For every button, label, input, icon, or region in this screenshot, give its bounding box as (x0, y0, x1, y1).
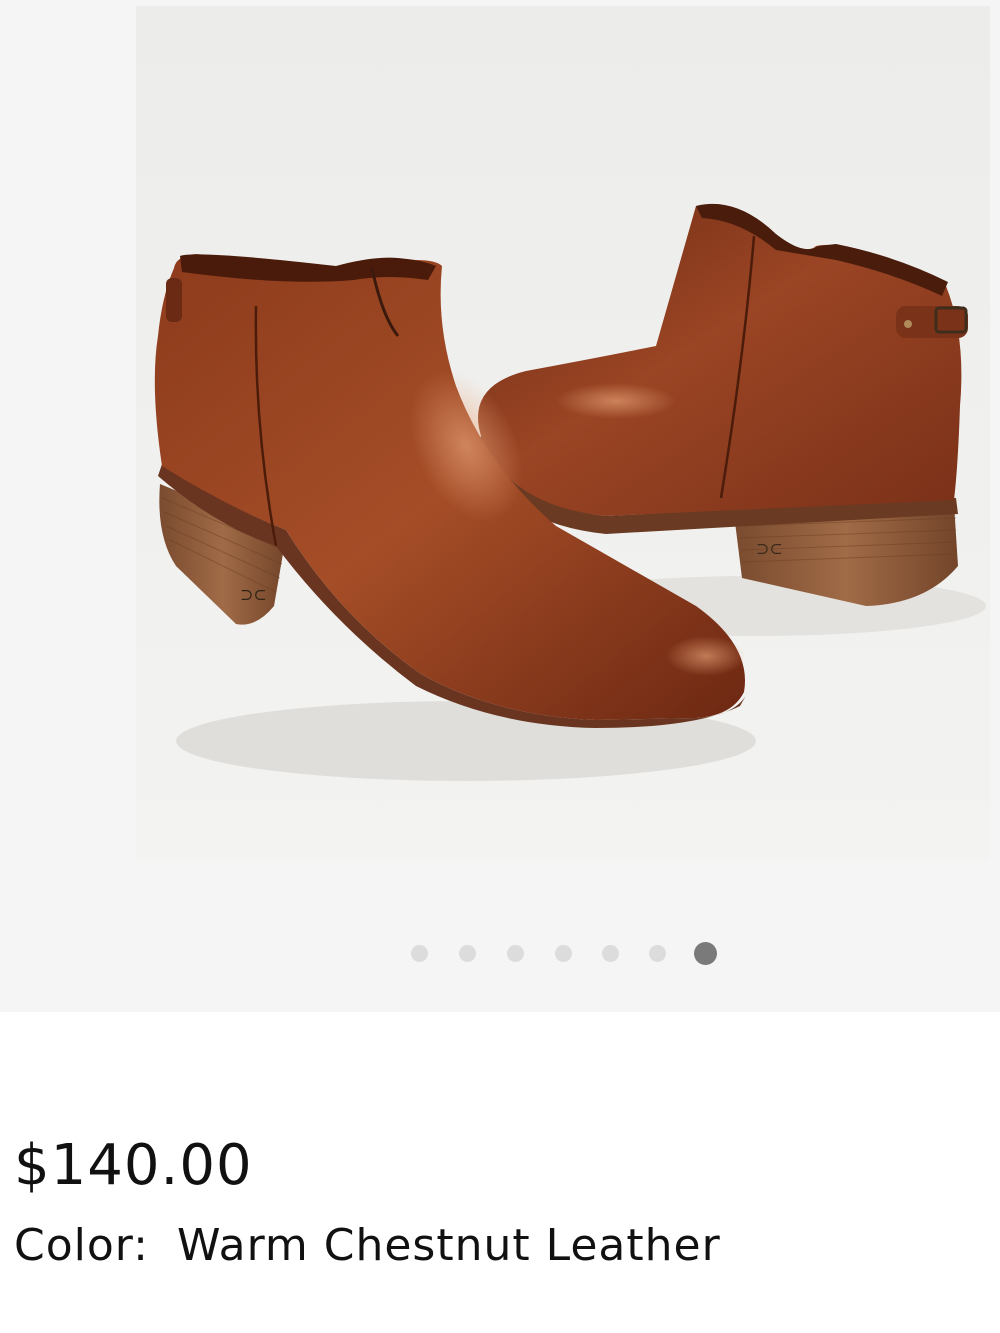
product-price: $140.00 (14, 1133, 253, 1198)
product-image[interactable]: ⊃⊂ ⊃⊂ (136, 6, 990, 860)
color-value: Warm Chestnut Leather (176, 1220, 721, 1271)
product-info: $140.00 Color: Warm Chestnut Leather (14, 1130, 984, 1276)
color-label: Color: (14, 1220, 149, 1271)
carousel-dot-7-active[interactable] (694, 942, 717, 965)
carousel-dot-5[interactable] (602, 945, 619, 962)
svg-text:⊃⊂: ⊃⊂ (756, 539, 783, 558)
carousel-dot-6[interactable] (649, 945, 666, 962)
product-gallery[interactable]: ⊃⊂ ⊃⊂ (0, 0, 1000, 1012)
carousel-dot-2[interactable] (459, 945, 476, 962)
carousel-dots (0, 941, 1000, 965)
svg-text:⊃⊂: ⊃⊂ (240, 585, 267, 604)
carousel-dot-1[interactable] (411, 945, 428, 962)
product-color: Color: Warm Chestnut Leather (14, 1216, 984, 1276)
carousel-dot-4[interactable] (555, 945, 572, 962)
boots-illustration: ⊃⊂ ⊃⊂ (154, 203, 986, 781)
carousel-dot-3[interactable] (507, 945, 524, 962)
